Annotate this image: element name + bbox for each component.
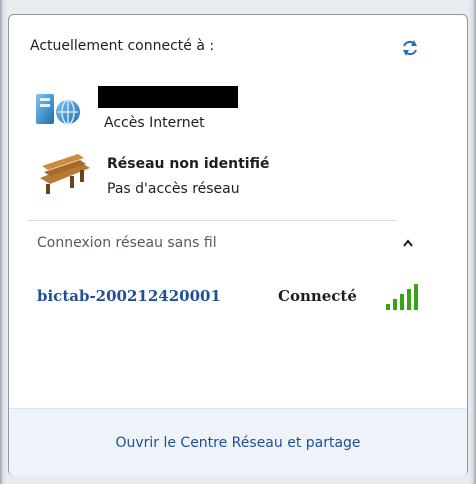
wifi-signal-icon xyxy=(386,284,418,310)
network-status: Pas d'accès réseau xyxy=(107,181,240,197)
network-globe-icon xyxy=(36,94,80,125)
network-name: Réseau non identifié xyxy=(107,156,270,172)
refresh-icon[interactable] xyxy=(400,38,420,58)
divider xyxy=(28,220,396,221)
connected-to-header: Actuellement connecté à : xyxy=(30,38,215,54)
chevron-up-icon[interactable] xyxy=(402,238,414,248)
footer: Ouvrir le Centre Réseau et partage xyxy=(9,408,467,476)
bench-icon xyxy=(40,154,90,194)
wifi-connection-status: Connecté xyxy=(278,287,357,305)
redacted-network-name xyxy=(98,86,238,108)
open-network-center-link[interactable]: Ouvrir le Centre Réseau et partage xyxy=(9,435,467,451)
wireless-section-label: Connexion réseau sans fil xyxy=(37,235,217,251)
network-status: Accès Internet xyxy=(104,115,205,131)
wifi-network-name[interactable]: bictab-200212420001 xyxy=(37,287,221,305)
